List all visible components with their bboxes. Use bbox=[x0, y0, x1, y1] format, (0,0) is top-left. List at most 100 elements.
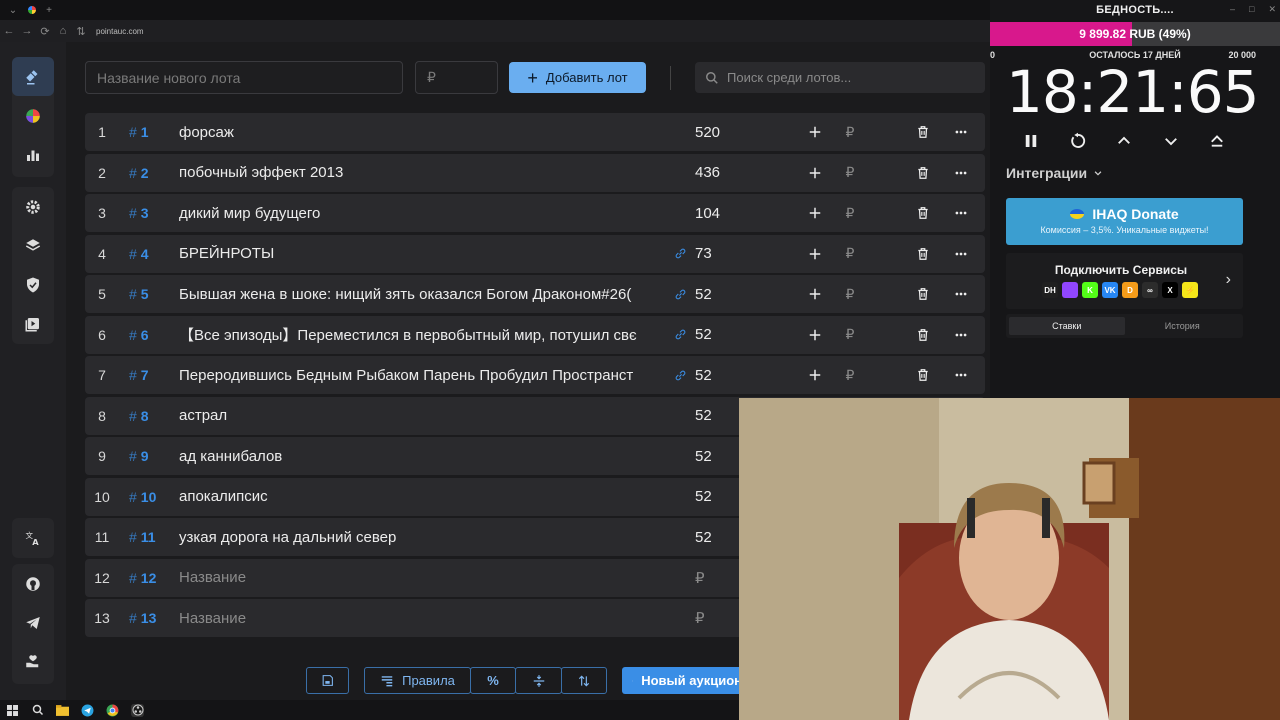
add-amount-button[interactable] bbox=[805, 163, 825, 183]
reset-timer-button[interactable] bbox=[1067, 130, 1089, 152]
more-options-button[interactable] bbox=[951, 203, 971, 223]
lot-name[interactable]: форсаж bbox=[179, 124, 665, 141]
add-amount-button[interactable] bbox=[805, 325, 825, 345]
site-settings-icon[interactable]: ⇅ bbox=[72, 25, 90, 38]
file-explorer-icon[interactable] bbox=[56, 704, 69, 717]
delete-lot-button[interactable] bbox=[913, 203, 933, 223]
nav-layers[interactable] bbox=[12, 226, 54, 265]
lot-row[interactable]: 5 #5 Бывшая жена в шоке: нищий зять оказал… bbox=[85, 275, 985, 313]
nav-donate[interactable] bbox=[12, 642, 54, 681]
add-amount-button[interactable] bbox=[805, 284, 825, 304]
add-lot-button[interactable]: + Добавить лот bbox=[509, 62, 646, 93]
chevron-right-icon[interactable]: › bbox=[1226, 271, 1231, 289]
rub-amount-input[interactable]: ₽ bbox=[840, 163, 860, 183]
add-time-button[interactable] bbox=[1113, 130, 1135, 152]
percent-button[interactable]: % bbox=[470, 667, 516, 694]
lot-row[interactable]: 1 #1 форсаж 520 ₽ bbox=[85, 113, 985, 151]
lot-name[interactable]: побочный эффект 2013 bbox=[179, 164, 665, 181]
delete-lot-button[interactable] bbox=[913, 163, 933, 183]
rub-amount-input[interactable]: ₽ bbox=[840, 365, 860, 385]
lot-name[interactable]: Переродившись Бедным Рыбаком Парень Проб… bbox=[179, 367, 665, 384]
lot-row[interactable]: 4 #4 БРЕЙНРОТЫ 73 ₽ bbox=[85, 234, 985, 273]
new-auction-button[interactable]: Новый аукцион bbox=[622, 667, 742, 694]
connect-services-card[interactable]: Подключить Сервисы DH K VK D ∞ X ⚡ › bbox=[1006, 253, 1243, 309]
add-amount-button[interactable] bbox=[805, 203, 825, 223]
nav-github[interactable] bbox=[12, 564, 54, 603]
lot-name[interactable]: 【Все эпизоды】Переместился в первобытный … bbox=[179, 324, 665, 345]
lot-row[interactable]: 6 #6 【Все эпизоды】Переместился в первобытн… bbox=[85, 315, 985, 354]
lot-name[interactable]: Название bbox=[179, 569, 665, 586]
minimize-icon[interactable]: – bbox=[1230, 4, 1235, 15]
subtract-time-button[interactable] bbox=[1160, 130, 1182, 152]
new-tab-icon[interactable]: + bbox=[42, 3, 56, 17]
integrations-toggle[interactable]: Интеграции bbox=[1006, 165, 1103, 181]
taskbar-search-icon[interactable] bbox=[31, 704, 44, 717]
link-icon[interactable] bbox=[674, 247, 687, 260]
rub-amount-input[interactable]: ₽ bbox=[840, 203, 860, 223]
more-options-button[interactable] bbox=[951, 163, 971, 183]
delete-lot-button[interactable] bbox=[913, 122, 933, 142]
lot-name[interactable]: ад каннибалов bbox=[179, 448, 665, 465]
add-amount-button[interactable] bbox=[805, 122, 825, 142]
maximize-icon[interactable]: □ bbox=[1249, 4, 1254, 15]
obs-taskbar-icon[interactable] bbox=[131, 703, 144, 717]
nav-language[interactable]: 文A bbox=[12, 518, 54, 557]
nav-telegram[interactable] bbox=[12, 603, 54, 642]
lot-name[interactable]: астрал bbox=[179, 407, 665, 424]
more-options-button[interactable] bbox=[951, 325, 971, 345]
telegram-taskbar-icon[interactable] bbox=[81, 704, 94, 717]
more-options-button[interactable] bbox=[951, 284, 971, 304]
close-icon[interactable]: ✕ bbox=[1268, 4, 1276, 15]
chrome-taskbar-icon[interactable] bbox=[106, 704, 119, 717]
save-button[interactable] bbox=[306, 667, 349, 694]
nav-wheel[interactable] bbox=[12, 96, 54, 135]
rub-amount-input[interactable]: ₽ bbox=[840, 122, 860, 142]
delete-lot-button[interactable] bbox=[913, 284, 933, 304]
more-options-button[interactable] bbox=[951, 122, 971, 142]
compress-button[interactable] bbox=[515, 667, 562, 694]
nav-settings[interactable] bbox=[12, 187, 54, 226]
windows-start-icon[interactable] bbox=[6, 704, 19, 717]
rules-button[interactable]: Правила bbox=[364, 667, 471, 694]
delete-lot-button[interactable] bbox=[913, 325, 933, 345]
lot-name[interactable]: апокалипсис bbox=[179, 488, 665, 505]
rub-amount-input[interactable]: ₽ bbox=[840, 244, 860, 264]
lot-name[interactable]: БРЕЙНРОТЫ bbox=[179, 245, 665, 262]
rub-amount-input[interactable]: ₽ bbox=[840, 284, 860, 304]
collapse-timer-button[interactable] bbox=[1206, 130, 1228, 152]
ihaq-donate-card[interactable]: IHAQ Donate Комиссия – 3,5%. Уникальные … bbox=[1006, 198, 1243, 245]
nav-stats[interactable] bbox=[12, 135, 54, 174]
add-amount-button[interactable] bbox=[805, 365, 825, 385]
lot-name[interactable]: узкая дорога на дальний север bbox=[179, 529, 665, 546]
tab-list-icon[interactable]: ⌄ bbox=[6, 3, 20, 17]
add-amount-button[interactable] bbox=[805, 244, 825, 264]
link-icon[interactable] bbox=[674, 369, 687, 382]
new-lot-price-input[interactable]: ₽ bbox=[415, 61, 498, 94]
lot-name[interactable]: Название bbox=[179, 610, 665, 627]
link-icon[interactable] bbox=[674, 288, 687, 301]
lot-row[interactable]: 3 #3 дикий мир будущего 104 ₽ bbox=[85, 194, 985, 232]
delete-lot-button[interactable] bbox=[913, 365, 933, 385]
browser-tab-favicon[interactable] bbox=[28, 6, 36, 14]
rub-amount-input[interactable]: ₽ bbox=[840, 325, 860, 345]
pause-button[interactable] bbox=[1020, 130, 1042, 152]
lot-search-input[interactable]: Поиск среди лотов... bbox=[695, 62, 985, 93]
sort-button[interactable] bbox=[561, 667, 607, 694]
tab-history[interactable]: История bbox=[1125, 317, 1241, 335]
reload-icon[interactable]: ⟳ bbox=[36, 25, 54, 38]
lot-name[interactable]: дикий мир будущего bbox=[179, 205, 665, 222]
delete-lot-button[interactable] bbox=[913, 244, 933, 264]
new-lot-name-input[interactable]: Название нового лота bbox=[85, 61, 403, 94]
lot-row[interactable]: 2 #2 побочный эффект 2013 436 ₽ bbox=[85, 153, 985, 192]
nav-moderation[interactable] bbox=[12, 265, 54, 304]
tab-bets[interactable]: Ставки bbox=[1009, 317, 1125, 335]
more-options-button[interactable] bbox=[951, 365, 971, 385]
nav-auction[interactable] bbox=[12, 57, 54, 96]
address-field[interactable]: pointauc.com bbox=[96, 27, 144, 36]
link-icon[interactable] bbox=[674, 328, 687, 341]
lot-row[interactable]: 7 #7 Переродившись Бедным Рыбаком Парень П… bbox=[85, 356, 985, 394]
home-icon[interactable]: ⌂ bbox=[54, 25, 72, 37]
forward-icon[interactable]: → bbox=[18, 25, 36, 37]
lot-name[interactable]: Бывшая жена в шоке: нищий зять оказался … bbox=[179, 286, 665, 303]
back-icon[interactable]: ← bbox=[0, 25, 18, 37]
